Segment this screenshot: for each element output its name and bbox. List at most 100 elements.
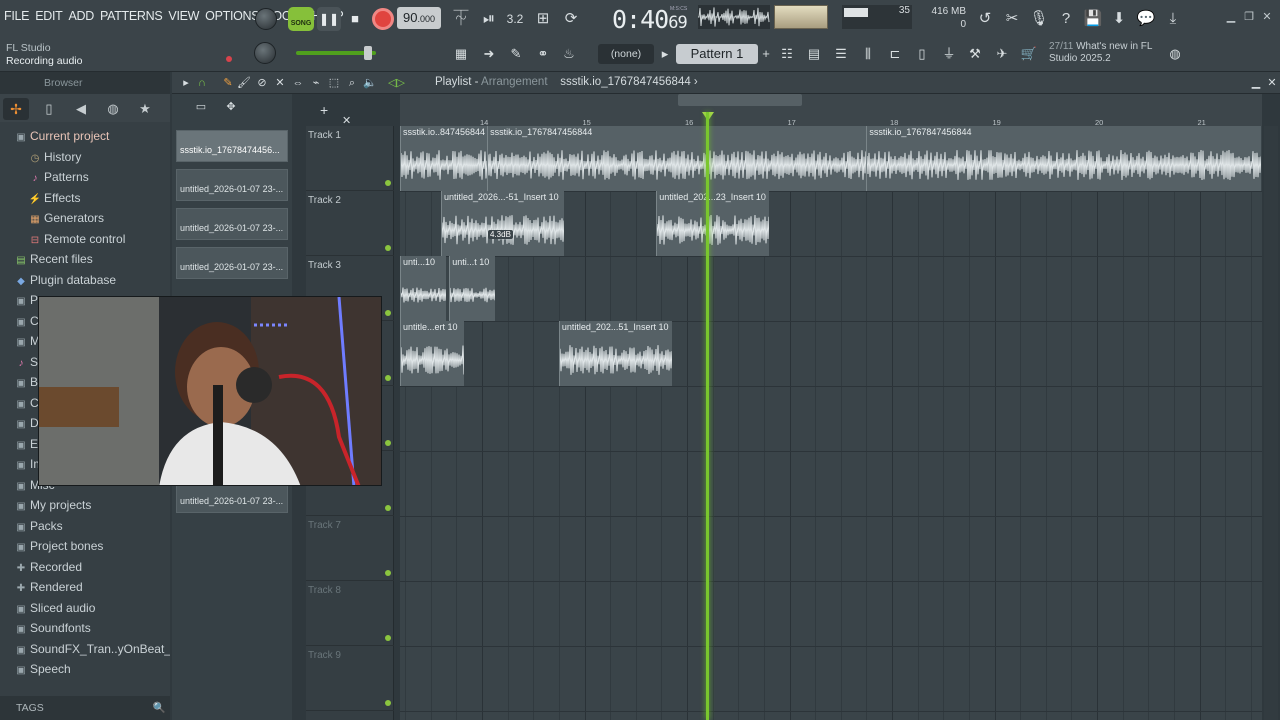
audio-clip[interactable]: untitled_2026...-51_Insert 10 4.3dB: [441, 191, 564, 256]
stamp-icon[interactable]: ♨: [558, 44, 580, 64]
clip-source-item[interactable]: untitled_2026-01-07 23-...: [176, 208, 288, 240]
pattern-prev-icon[interactable]: ▸: [658, 44, 672, 64]
track-mute-led[interactable]: [385, 700, 391, 706]
browser-item[interactable]: ▣ Sliced audio: [0, 598, 170, 619]
tags-bar[interactable]: TAGS 🔍: [0, 696, 170, 720]
browser-item[interactable]: ⊟ Remote control: [0, 229, 170, 250]
track-header[interactable]: Track 2: [306, 191, 394, 256]
browser-globe-icon[interactable]: ◍: [102, 98, 124, 120]
menu-options[interactable]: OPTIONS: [205, 9, 259, 23]
pitch-knob[interactable]: [255, 8, 277, 30]
shop-icon[interactable]: 🛒: [1018, 44, 1040, 64]
browser-tree-icon[interactable]: ⊏: [884, 44, 906, 64]
save-icon[interactable]: 💾: [1080, 6, 1106, 32]
mic-icon[interactable]: 🎙: [1026, 6, 1052, 32]
wait-input-icon[interactable]: ⏯: [476, 6, 502, 32]
playlist-minimize-icon[interactable]: ▁: [1248, 75, 1264, 91]
browser-item[interactable]: ▦ Generators: [0, 208, 170, 229]
minimize-icon[interactable]: ▁: [1224, 10, 1238, 24]
browser-item[interactable]: ▣ My projects: [0, 495, 170, 516]
link-icon[interactable]: ⚭: [532, 44, 554, 64]
track-mute-led[interactable]: [385, 505, 391, 511]
tempo-tap-icon[interactable]: ✈: [991, 44, 1013, 64]
pause-button[interactable]: ❚❚: [317, 7, 341, 31]
audio-clip[interactable]: untitle...ert 10: [400, 321, 464, 386]
menu-view[interactable]: VIEW: [168, 9, 199, 23]
track-mute-led[interactable]: [385, 440, 391, 446]
master-pitch-knob[interactable]: [254, 42, 276, 64]
snap-selector[interactable]: (none): [598, 44, 654, 64]
browser-item[interactable]: ▣ Speech: [0, 659, 170, 680]
track-header[interactable]: Track 7: [306, 516, 394, 581]
piano-icon[interactable]: ▦: [450, 44, 472, 64]
browser-item[interactable]: ▣ SoundFX_Tran..yOnBeat_com: [0, 639, 170, 660]
playback-icon[interactable]: 🔈: [362, 75, 378, 91]
arrangement-arrow-icon[interactable]: ◁▷: [388, 75, 405, 91]
browser-item[interactable]: ▣ Current project: [0, 126, 170, 147]
draw-icon[interactable]: ✎: [220, 75, 236, 91]
browser-item[interactable]: ▣ Soundfonts: [0, 618, 170, 639]
step-edit-icon[interactable]: ⊞: [530, 6, 556, 32]
track-header[interactable]: Track 9: [306, 646, 394, 711]
menu-add[interactable]: ADD: [68, 9, 94, 23]
browser-item[interactable]: ✚ Rendered: [0, 577, 170, 598]
browser-file-icon[interactable]: ▯: [38, 98, 60, 120]
menu-patterns[interactable]: PATTERNS: [100, 9, 163, 23]
oscilloscope[interactable]: [698, 5, 770, 29]
master-volume-meter[interactable]: [774, 5, 828, 29]
metronome-icon[interactable]: ⏇: [448, 6, 474, 32]
delete-icon[interactable]: ⊘: [254, 75, 270, 91]
picker-toggle-icon[interactable]: ▭: [192, 100, 210, 116]
mute-icon[interactable]: ✕: [272, 75, 288, 91]
piano-roll-icon[interactable]: ▤: [803, 44, 825, 64]
stop-button[interactable]: ■: [344, 7, 366, 31]
clip-source-item[interactable]: untitled_2026-01-07 23-...: [176, 169, 288, 201]
record-button[interactable]: [372, 8, 394, 30]
pattern-selector[interactable]: Pattern 1: [676, 44, 758, 64]
mixer-icon[interactable]: ⫼: [857, 44, 879, 64]
add-pattern-icon[interactable]: +: [760, 44, 772, 64]
loop-record-icon[interactable]: ⟳: [558, 6, 584, 32]
wrench-icon[interactable]: ⚒: [964, 44, 986, 64]
menu-edit[interactable]: EDIT: [35, 9, 63, 23]
help-icon[interactable]: ?: [1053, 6, 1079, 32]
slip-icon[interactable]: ⇔: [290, 75, 306, 91]
playlist-close-icon[interactable]: ✕: [1264, 75, 1280, 91]
playlist-menu-icon[interactable]: ▸: [178, 75, 194, 91]
audio-clip[interactable]: unti...10: [400, 256, 447, 321]
playlist-vertical-scrollbar[interactable]: [1264, 126, 1278, 720]
browser-item[interactable]: ▣ Project bones: [0, 536, 170, 557]
plugin-icon[interactable]: ⏚: [938, 44, 960, 64]
add-track-icon[interactable]: +: [320, 102, 328, 118]
slice-icon[interactable]: ⌁: [308, 75, 324, 91]
playlist-icon[interactable]: ☷: [776, 44, 798, 64]
main-volume-thumb[interactable]: [364, 46, 372, 60]
browser-item[interactable]: ◷ History: [0, 147, 170, 168]
clip-source-item[interactable]: ssstik.io_17678474456...: [176, 130, 288, 162]
tempo-display[interactable]: 90.000: [397, 7, 441, 29]
timeline-scroll-thumb[interactable]: [678, 94, 802, 106]
menu-file[interactable]: FILE: [4, 9, 30, 23]
undo-icon[interactable]: ↺: [972, 6, 998, 32]
browser-item[interactable]: ▤ Recent files: [0, 249, 170, 270]
paint-icon[interactable]: 🖌: [236, 75, 252, 91]
song-mode-button[interactable]: SONG: [288, 7, 314, 31]
browser-item[interactable]: ⚡ Effects: [0, 188, 170, 209]
browser-item[interactable]: ✚ Recorded: [0, 557, 170, 578]
audio-clip[interactable]: unti...t 10: [449, 256, 496, 321]
browser-item[interactable]: ♪ Patterns: [0, 167, 170, 188]
track-mute-led[interactable]: [385, 245, 391, 251]
browser-star-icon[interactable]: ★: [134, 98, 156, 120]
news-panel[interactable]: 27/11 What's new in FL Studio 2025.2: [1049, 41, 1152, 65]
channel-rack-icon[interactable]: ☰: [830, 44, 852, 64]
browser-item[interactable]: ▣ Packs: [0, 516, 170, 537]
audio-clip[interactable]: untitled_202...23_Insert 10: [656, 191, 769, 256]
audio-clip[interactable]: ssstik.io_1767847456844: [487, 126, 867, 191]
cut-icon[interactable]: ✂: [999, 6, 1025, 32]
chat-icon[interactable]: 💬: [1133, 6, 1159, 32]
render-icon[interactable]: ⬇: [1106, 6, 1132, 32]
close-icon[interactable]: ✕: [1260, 10, 1274, 24]
track-mute-led[interactable]: [385, 180, 391, 186]
track-mute-led[interactable]: [385, 570, 391, 576]
clip-source-item[interactable]: untitled_2026-01-07 23-...: [176, 247, 288, 279]
